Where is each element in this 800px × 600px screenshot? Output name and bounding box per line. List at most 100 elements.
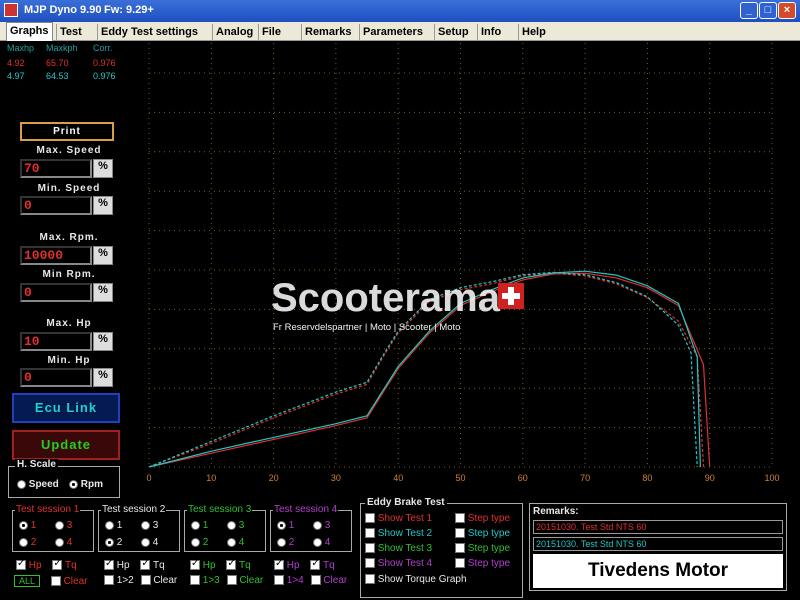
session-4-opt-2[interactable]: 2 — [277, 537, 294, 548]
checkbox-icon[interactable] — [365, 528, 375, 539]
session-4-opt-4[interactable]: 4 — [313, 537, 330, 548]
checkbox-icon[interactable] — [365, 543, 375, 554]
s4-clear-checkbox[interactable] — [310, 575, 321, 586]
session-4-opt-1[interactable]: 1 — [277, 520, 294, 531]
max-hp-pct-button[interactable]: % — [93, 332, 113, 351]
s4-hp-checkbox[interactable] — [274, 558, 284, 571]
tab-info[interactable]: Info — [477, 24, 504, 40]
session-2-opt-2[interactable]: 2 — [105, 537, 122, 548]
c12-checkbox[interactable] — [104, 575, 114, 586]
tab-help[interactable]: Help — [518, 24, 549, 40]
session-4-opt-3[interactable]: 3 — [313, 520, 330, 531]
max-speed-input[interactable]: 70 — [20, 159, 92, 178]
checkbox-icon[interactable] — [455, 528, 465, 539]
minimize-icon[interactable]: _ — [740, 2, 758, 19]
remark-test-2[interactable]: 20151030. Test Std NTS 60 — [533, 537, 783, 551]
max-hp-input[interactable]: 10 — [20, 332, 92, 351]
maximize-icon[interactable]: □ — [759, 2, 777, 19]
min-speed-pct-button[interactable]: % — [93, 196, 113, 215]
s3-clear-checkbox[interactable] — [226, 575, 237, 586]
tab-parameters[interactable]: Parameters — [359, 24, 426, 40]
checkbox-icon[interactable] — [365, 558, 375, 569]
session-1-opt-3[interactable]: 3 — [55, 520, 72, 531]
min-rpm-pct-button[interactable]: % — [93, 283, 113, 302]
max-rpm-pct-button[interactable]: % — [93, 246, 113, 265]
tab-eddy-test-settings[interactable]: Eddy Test settings — [97, 24, 201, 40]
radio-icon[interactable] — [191, 520, 200, 530]
s3-hp-checkbox[interactable] — [190, 558, 200, 571]
show-test-3-option[interactable]: Show Test 3 — [365, 543, 432, 554]
radio-icon[interactable] — [141, 537, 150, 547]
step-type-3-option[interactable]: Step type — [455, 543, 510, 554]
ecu-link-button[interactable]: Ecu Link — [12, 393, 120, 423]
c13-checkbox[interactable] — [190, 575, 200, 586]
min-hp-pct-button[interactable]: % — [93, 368, 113, 387]
tab-remarks[interactable]: Remarks — [301, 24, 354, 40]
session-3-opt-4[interactable]: 4 — [227, 537, 244, 548]
session-2-opt-3[interactable]: 3 — [141, 520, 158, 531]
s2-tq-checkbox[interactable] — [140, 558, 151, 571]
radio-icon[interactable] — [105, 537, 114, 547]
radio-icon[interactable] — [55, 537, 64, 547]
radio-icon[interactable] — [313, 520, 322, 530]
show-test-4-option[interactable]: Show Test 4 — [365, 558, 432, 569]
step-type-2-option[interactable]: Step type — [455, 528, 510, 539]
max-rpm-input[interactable]: 10000 — [20, 246, 92, 265]
radio-icon[interactable] — [313, 537, 322, 547]
h-scale-speed-option[interactable]: Speed — [17, 479, 59, 490]
tab-test[interactable]: Test — [56, 24, 85, 40]
session-1-opt-4[interactable]: 4 — [55, 537, 72, 548]
radio-icon[interactable] — [191, 537, 200, 547]
tab-setup[interactable]: Setup — [434, 24, 472, 40]
radio-icon[interactable] — [19, 520, 28, 530]
checkbox-icon[interactable] — [455, 513, 465, 524]
radio-icon[interactable] — [55, 520, 64, 530]
session-1-opt-1[interactable]: 1 — [19, 520, 36, 531]
update-button[interactable]: Update — [12, 430, 120, 460]
session-2-opt-4[interactable]: 4 — [141, 537, 158, 548]
close-icon[interactable]: × — [778, 2, 796, 19]
min-rpm-input[interactable]: 0 — [20, 283, 92, 302]
s4-tq-checkbox[interactable] — [310, 558, 321, 571]
session-3-opt-1[interactable]: 1 — [191, 520, 208, 531]
min-hp-input[interactable]: 0 — [20, 368, 92, 387]
step-type-1-option[interactable]: Step type — [455, 513, 510, 524]
show-test-1-option[interactable]: Show Test 1 — [365, 513, 432, 524]
tab-analog[interactable]: Analog — [212, 24, 256, 40]
radio-icon[interactable] — [277, 537, 286, 547]
max-speed-pct-button[interactable]: % — [93, 159, 113, 178]
radio-icon[interactable] — [227, 520, 236, 530]
s1-tq-checkbox[interactable] — [52, 558, 63, 571]
min-speed-input[interactable]: 0 — [20, 196, 92, 215]
checkbox-icon[interactable] — [455, 558, 465, 569]
radio-icon[interactable] — [227, 537, 236, 547]
checkbox-icon[interactable] — [365, 513, 375, 524]
c14-checkbox[interactable] — [274, 575, 284, 586]
s1-clear-checkbox[interactable] — [50, 576, 61, 587]
rpm-radio-icon[interactable] — [69, 479, 78, 489]
tab-file[interactable]: File — [258, 24, 284, 40]
tab-graphs[interactable]: Graphs — [6, 22, 53, 41]
checkbox-icon[interactable] — [455, 543, 465, 554]
h-scale-rpm-option[interactable]: Rpm — [69, 479, 103, 490]
remark-test-1[interactable]: 20151030. Test Std NTS 60 — [533, 520, 783, 534]
speed-radio-icon[interactable] — [17, 479, 26, 489]
session-3-opt-2[interactable]: 2 — [191, 537, 208, 548]
s2-clear-checkbox[interactable] — [140, 575, 151, 586]
radio-icon[interactable] — [277, 520, 286, 530]
session-1-opt-2[interactable]: 2 — [19, 537, 36, 548]
all-button[interactable]: ALL — [14, 575, 41, 587]
s1-hp-checkbox[interactable] — [16, 558, 26, 571]
step-type-4-option[interactable]: Step type — [455, 558, 510, 569]
checkbox-icon[interactable] — [365, 574, 375, 585]
session-3-opt-3[interactable]: 3 — [227, 520, 244, 531]
s2-hp-checkbox[interactable] — [104, 558, 114, 571]
session-2-opt-1[interactable]: 1 — [105, 520, 122, 531]
radio-icon[interactable] — [141, 520, 150, 530]
radio-icon[interactable] — [105, 520, 114, 530]
radio-icon[interactable] — [19, 537, 28, 547]
s3-tq-checkbox[interactable] — [226, 558, 237, 571]
show-test-2-option[interactable]: Show Test 2 — [365, 528, 432, 539]
show-torque-graph-option[interactable]: Show Torque Graph — [365, 574, 467, 585]
print-button[interactable]: Print — [20, 122, 114, 141]
